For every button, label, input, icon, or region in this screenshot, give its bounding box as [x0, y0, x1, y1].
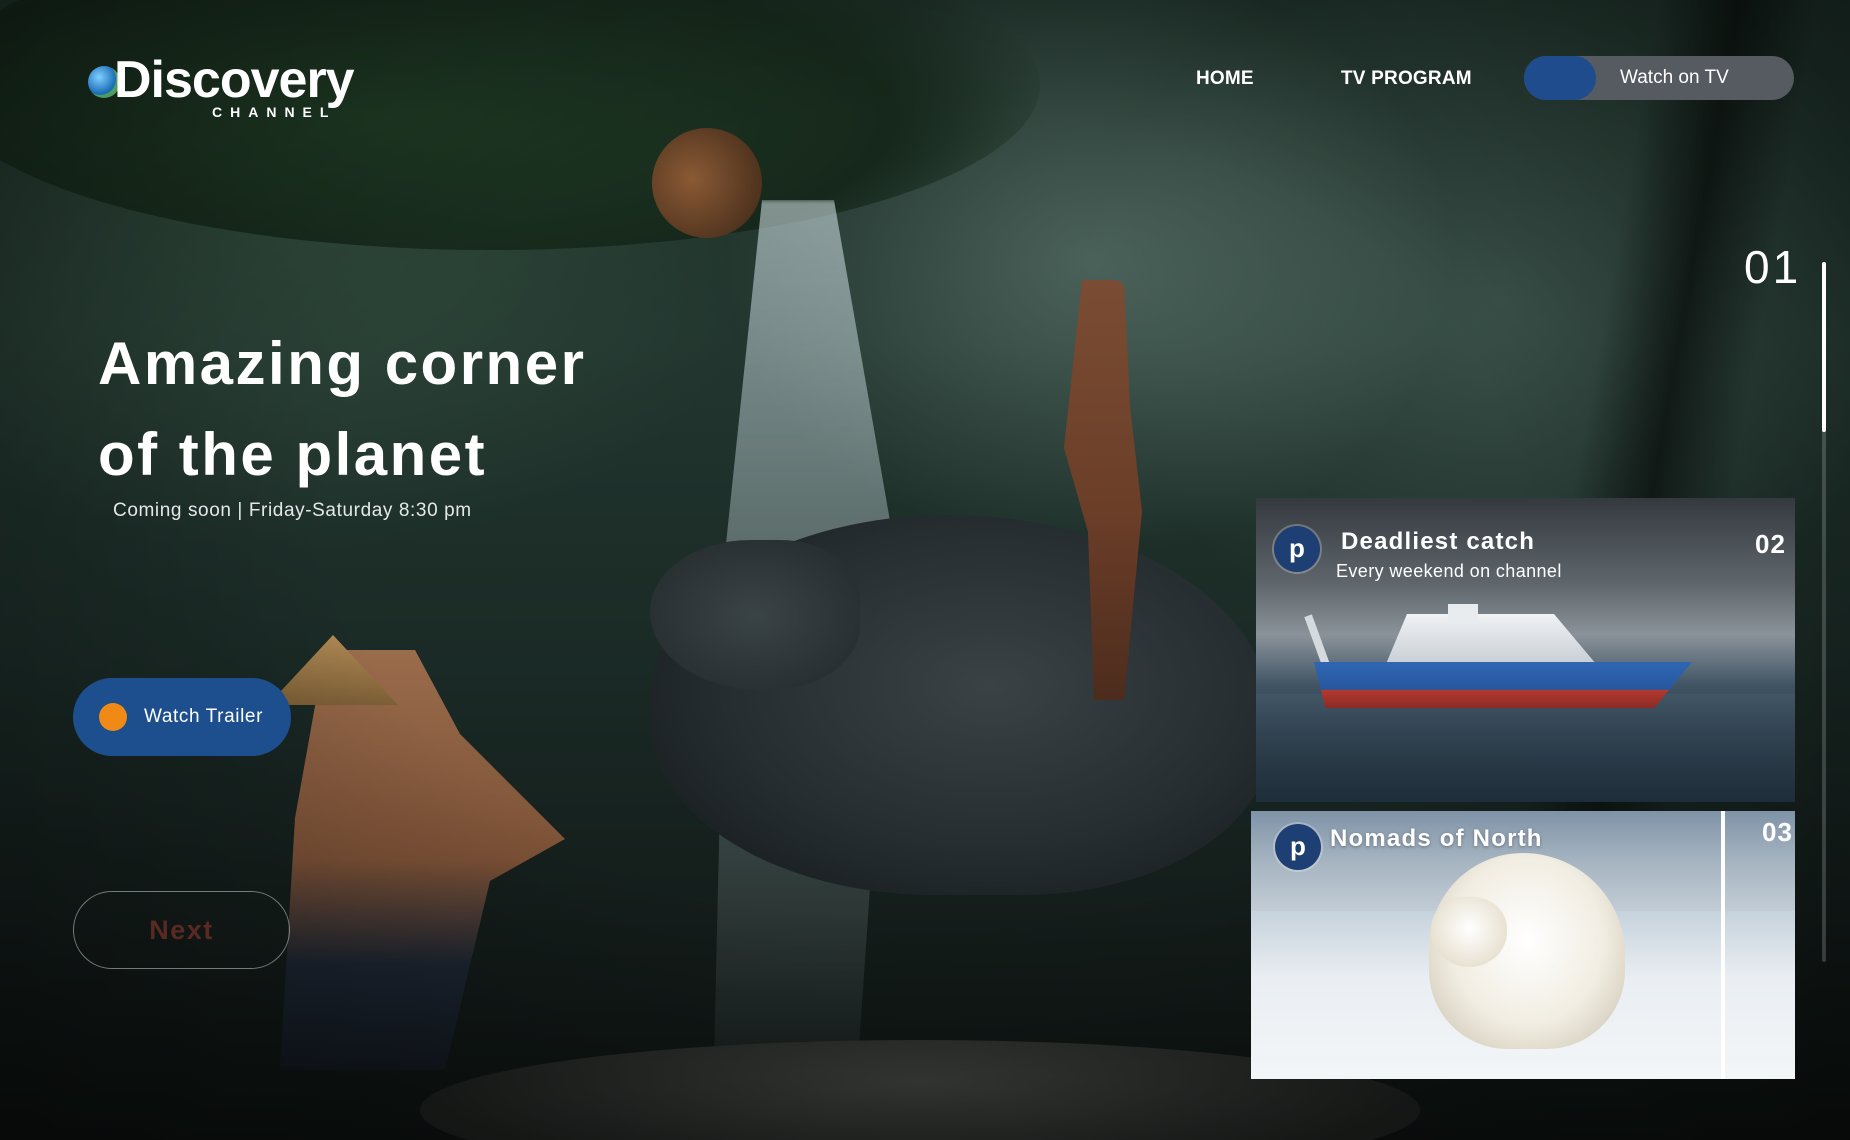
watch-on-tv-toggle[interactable]: Watch on TV: [1524, 56, 1794, 100]
watch-trailer-button[interactable]: Watch Trailer: [73, 678, 291, 756]
slide-progress-thumb[interactable]: [1822, 262, 1826, 432]
discovery-logo[interactable]: Discovery CHANNEL: [88, 50, 388, 130]
card-divider: [1721, 811, 1725, 1079]
hero-schedule: Coming soon | Friday-Saturday 8:30 pm: [113, 500, 472, 521]
slide-progress-track[interactable]: [1822, 262, 1826, 962]
logo-subtitle: CHANNEL: [212, 104, 337, 120]
card-title: Deadliest catch: [1341, 528, 1536, 555]
program-card-deadliest-catch[interactable]: p Deadliest catch Every weekend on chann…: [1256, 498, 1795, 802]
hero-title-line-2: of the planet: [98, 421, 488, 488]
nav-tv-program-link[interactable]: TV PROGRAM: [1341, 68, 1472, 90]
hero-title: Amazing corner of the planet: [98, 318, 798, 500]
card-number: 03: [1762, 817, 1793, 847]
current-slide-number: 01: [1744, 241, 1802, 293]
nav-home-link[interactable]: HOME: [1196, 68, 1254, 90]
card-title: Nomads of North: [1330, 825, 1543, 852]
play-dot-icon: [99, 703, 127, 731]
program-card-nomads-of-north[interactable]: p Nomads of North 03: [1251, 811, 1795, 1079]
p-badge-icon: p: [1275, 824, 1321, 870]
next-button[interactable]: Next: [73, 891, 290, 969]
ship-superstructure: [1386, 614, 1596, 664]
card-subtitle: Every weekend on channel: [1336, 561, 1562, 581]
watch-trailer-label: Watch Trailer: [144, 706, 264, 727]
hero-title-line-1: Amazing corner: [98, 330, 587, 397]
ship-hull: [1314, 662, 1692, 708]
stormy-sea: [1256, 694, 1795, 802]
logo-wordmark: Discovery: [114, 51, 355, 109]
p-badge-icon: p: [1274, 526, 1320, 572]
watch-on-tv-label: Watch on TV: [1620, 67, 1729, 88]
card-number: 02: [1755, 529, 1786, 559]
hero-stage: Discovery CHANNEL HOME TV PROGRAM Watch …: [0, 0, 1850, 1140]
ship-mast: [1448, 604, 1478, 624]
polar-bear-head: [1431, 897, 1507, 967]
toggle-knob: [1524, 56, 1596, 100]
